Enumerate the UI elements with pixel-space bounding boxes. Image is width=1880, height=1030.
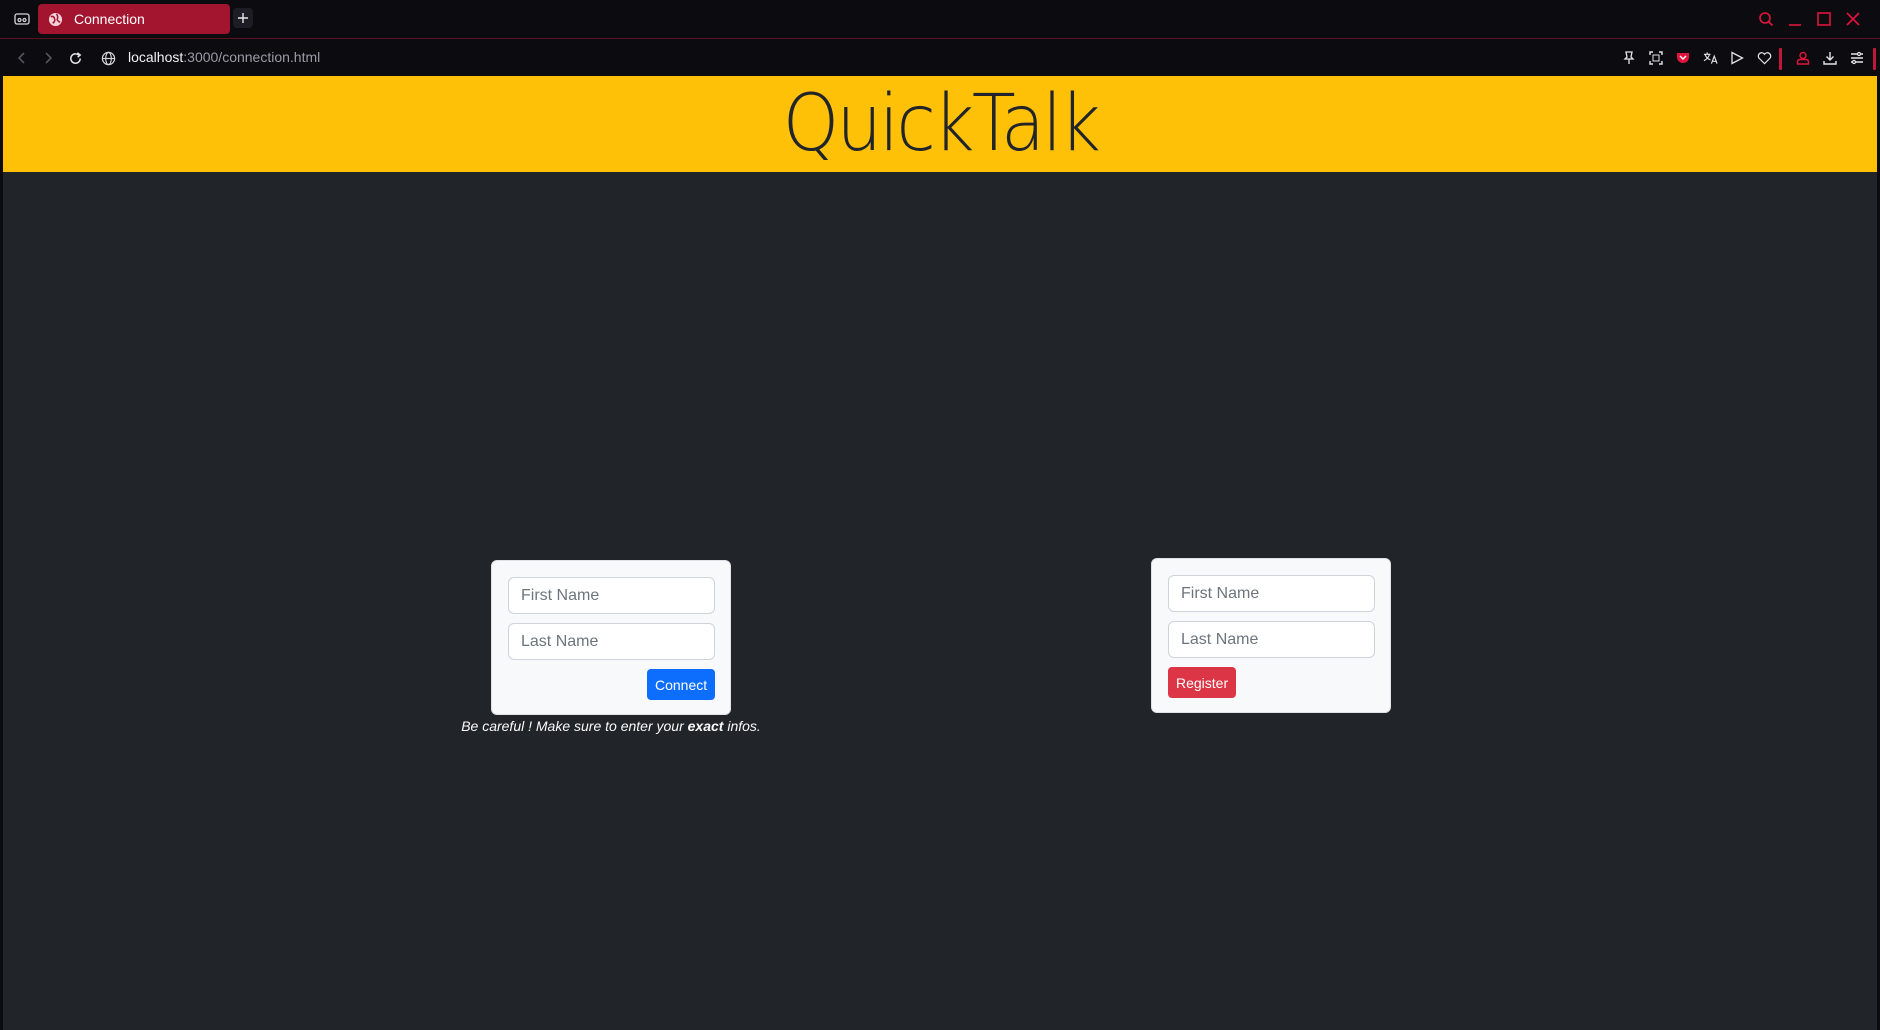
screenshot-icon[interactable]	[1646, 48, 1666, 68]
pocket-icon[interactable]	[1673, 48, 1693, 68]
warning-note: Be careful ! Make sure to enter your exa…	[411, 718, 811, 734]
pin-icon[interactable]	[1619, 48, 1639, 68]
register-last-name-input[interactable]	[1168, 621, 1375, 658]
note-text-after: infos.	[723, 718, 761, 734]
heart-icon[interactable]	[1754, 48, 1774, 68]
window-controls	[1740, 0, 1880, 38]
back-icon[interactable]	[12, 48, 32, 68]
globe-icon	[47, 11, 63, 27]
connect-last-name-input[interactable]	[508, 623, 715, 660]
page-header: QuickTalk	[3, 76, 1877, 172]
tab-strip: Connection	[0, 0, 1880, 38]
sidebar-toggle-icon[interactable]	[12, 10, 32, 28]
send-icon[interactable]	[1727, 48, 1747, 68]
close-icon[interactable]	[1843, 9, 1863, 29]
tab-title: Connection	[74, 11, 145, 27]
connect-button[interactable]: Connect	[647, 669, 715, 700]
url-field[interactable]: localhost:3000/connection.html	[128, 49, 320, 65]
forward-icon[interactable]	[38, 48, 58, 68]
page-title: QuickTalk	[782, 79, 1100, 169]
register-form: Register	[1151, 558, 1391, 713]
toolbar-separator	[1779, 48, 1782, 70]
register-first-name-input[interactable]	[1168, 575, 1375, 612]
toolbar-edge	[1873, 48, 1876, 70]
connect-first-name-input[interactable]	[508, 577, 715, 614]
account-icon[interactable]	[1793, 48, 1813, 68]
url-path: :3000/connection.html	[183, 49, 321, 65]
site-info-globe-icon[interactable]	[98, 48, 118, 68]
download-icon[interactable]	[1820, 48, 1840, 68]
translate-icon[interactable]	[1700, 48, 1720, 68]
search-icon[interactable]	[1756, 9, 1776, 29]
note-emphasis: exact	[687, 718, 724, 734]
new-tab-plus-icon[interactable]	[233, 8, 253, 28]
register-button[interactable]: Register	[1168, 667, 1236, 698]
note-text-before: Be careful ! Make sure to enter your	[461, 718, 688, 734]
menu-icon[interactable]	[1847, 48, 1867, 68]
browser-window: Connection localhost:3000/connection.htm…	[0, 0, 1880, 1030]
url-host: localhost	[128, 49, 184, 65]
page-viewport: QuickTalk Connect Be careful ! Make sure…	[3, 76, 1877, 1030]
minimize-icon[interactable]	[1785, 9, 1805, 29]
maximize-icon[interactable]	[1814, 9, 1834, 29]
address-bar: localhost:3000/connection.html	[0, 38, 1880, 76]
reload-icon[interactable]	[65, 48, 85, 68]
tab-connection[interactable]: Connection	[38, 4, 230, 34]
connect-form: Connect	[491, 560, 731, 715]
